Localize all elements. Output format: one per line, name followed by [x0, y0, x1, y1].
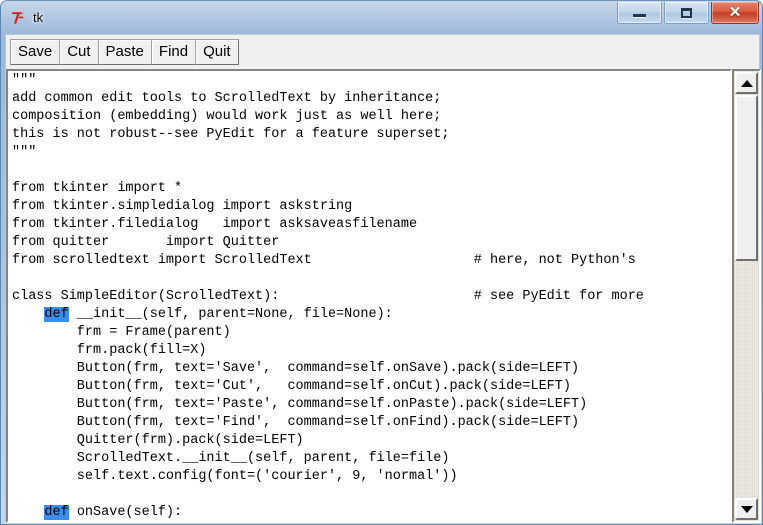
code-line: Button(frm, text='Save', command=self.on… — [12, 361, 580, 376]
code-text-area[interactable]: """ add common edit tools to ScrolledText… — [6, 69, 732, 523]
code-line: class SimpleEditor(ScrolledText): # see … — [12, 289, 644, 304]
maximize-icon — [681, 7, 692, 18]
title-bar[interactable]: tk ✕ — [1, 1, 762, 34]
code-line: this is not robust--see PyEdit for a fea… — [12, 127, 450, 142]
find-button[interactable]: Find — [150, 39, 197, 65]
quit-button[interactable]: Quit — [195, 39, 239, 65]
code-line: Button(frm, text='Find', command=self.on… — [12, 415, 580, 430]
code-line: ScrolledText.__init__(self, parent, file… — [12, 451, 450, 466]
selected-text: def — [44, 307, 69, 322]
tk-feather-icon — [10, 9, 28, 27]
triangle-down-icon — [740, 505, 753, 513]
triangle-up-icon — [740, 79, 753, 87]
close-button[interactable]: ✕ — [711, 2, 759, 24]
code-line: Quitter(frm).pack(side=LEFT) — [12, 433, 304, 448]
selected-text: def — [44, 505, 69, 520]
maximize-button[interactable] — [664, 2, 709, 24]
code-line: """ — [12, 145, 37, 160]
scrollbar-thumb[interactable] — [735, 95, 758, 261]
save-button[interactable]: Save — [10, 39, 61, 65]
window-title: tk — [33, 10, 44, 25]
paste-button[interactable]: Paste — [97, 39, 152, 65]
scroll-down-button[interactable] — [735, 498, 758, 520]
vertical-scrollbar[interactable] — [732, 69, 761, 523]
close-icon: ✕ — [728, 4, 742, 21]
code-line: from tkinter.simpledialog import askstri… — [12, 199, 353, 214]
application-window: tk ✕ Save Cut Paste Find Quit """ add co… — [0, 0, 763, 525]
code-line: Button(frm, text='Cut', command=self.onC… — [12, 379, 571, 394]
code-line: frm = Frame(parent) — [12, 325, 231, 340]
code-line: from scrolledtext import ScrolledText # … — [12, 253, 636, 268]
code-line: add common edit tools to ScrolledText by… — [12, 91, 442, 106]
window-controls: ✕ — [615, 2, 759, 24]
code-line: self.text.config(font=('courier', 9, 'no… — [12, 469, 458, 484]
cut-button[interactable]: Cut — [59, 39, 99, 65]
scroll-up-button[interactable] — [735, 72, 758, 94]
code-line: def onSave(self): — [44, 505, 183, 520]
code-content: """ add common edit tools to ScrolledText… — [12, 72, 730, 523]
minimize-button[interactable] — [617, 2, 662, 24]
minimize-icon — [633, 14, 646, 17]
title-bar-left: tk — [10, 8, 43, 28]
code-line: from tkinter import * — [12, 181, 183, 196]
code-line: filename = asksaveasfilename() — [12, 522, 730, 523]
code-line: Button(frm, text='Paste', command=self.o… — [12, 397, 588, 412]
client-area: Save Cut Paste Find Quit """ add common e… — [5, 34, 761, 523]
code-line: from quitter import Quitter — [12, 235, 280, 250]
code-line: def __init__(self, parent=None, file=Non… — [44, 307, 393, 322]
code-line: from tkinter.filedialog import asksaveas… — [12, 217, 418, 232]
code-line: """ — [12, 73, 37, 88]
code-line: composition (embedding) would work just … — [12, 109, 442, 124]
editor-toolbar: Save Cut Paste Find Quit — [6, 35, 759, 69]
code-line: frm.pack(fill=X) — [12, 343, 207, 358]
scrolled-text-widget: """ add common edit tools to ScrolledText… — [6, 69, 761, 523]
